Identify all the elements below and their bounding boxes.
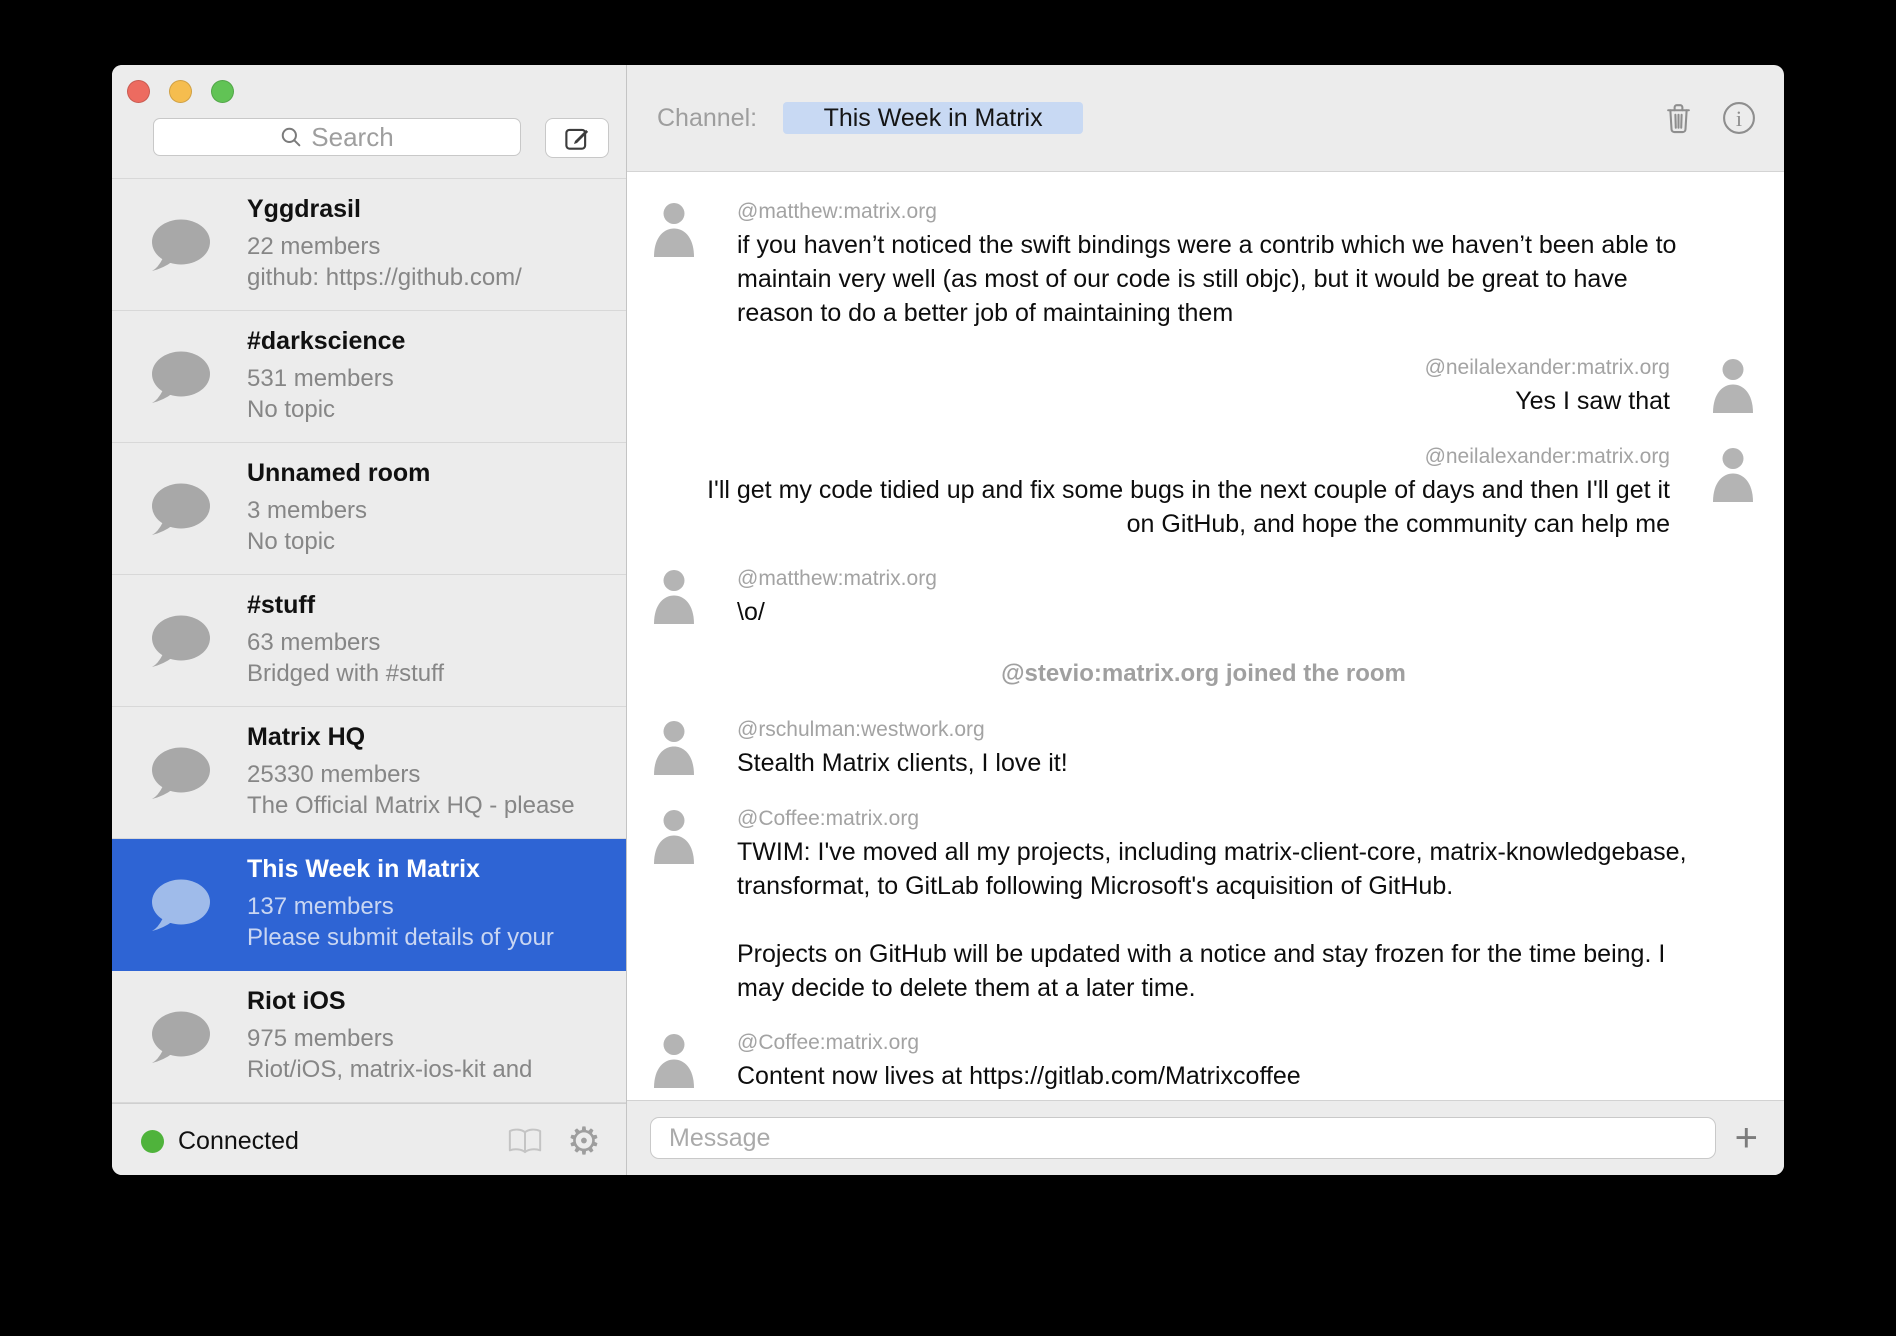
user-avatar-icon [651,567,697,630]
search-placeholder: Search [311,122,393,153]
channel-label: Channel: [657,104,757,133]
room-item-unnamed-room[interactable]: Unnamed room 3 members No topic [112,443,626,575]
user-avatar-icon [651,718,697,781]
user-avatar-icon [1710,356,1756,419]
chat-message: @matthew:matrix.org \o/ [651,567,1756,630]
search-input[interactable]: Search [153,118,521,156]
message-sender: @Coffee:matrix.org [737,1031,1301,1055]
room-item-matrix-hq[interactable]: Matrix HQ 25330 members The Official Mat… [112,707,626,839]
room-topic: No topic [247,526,616,557]
room-bubble-icon [145,746,211,806]
room-bubble-icon [145,878,211,938]
message-text: \o/ [737,595,937,629]
chat-message: @Coffee:matrix.org Content now lives at … [651,1031,1756,1094]
chat-message: @matthew:matrix.org if you haven’t notic… [651,200,1756,330]
room-item-this-week-in-matrix[interactable]: This Week in Matrix 137 members Please s… [112,839,626,971]
room-title: Matrix HQ [247,723,616,752]
trash-icon[interactable] [1663,101,1694,135]
directory-book-icon[interactable] [507,1127,543,1155]
message-text: I'll get my code tidied up and fix some … [705,473,1670,541]
room-title: This Week in Matrix [247,855,616,884]
room-members: 3 members [247,495,616,526]
sidebar: Search Yggdrasil 22 members github: http… [112,65,627,1175]
room-topic: Riot/iOS, matrix-ios-kit and [247,1054,616,1085]
room-members: 531 members [247,363,616,394]
room-members: 137 members [247,891,616,922]
room-title: Unnamed room [247,459,616,488]
search-icon [280,126,302,148]
close-window-button[interactable] [127,80,150,103]
user-avatar-icon [1710,445,1756,541]
room-members: 975 members [247,1023,616,1054]
room-bubble-icon [145,1010,211,1070]
message-text: Stealth Matrix clients, I love it! [737,746,1068,780]
status-bar: Connected ⚙ [112,1103,626,1175]
message-sender: @Coffee:matrix.org [737,807,1702,831]
room-members: 63 members [247,627,616,658]
room-topic: Please submit details of your [247,922,616,953]
app-window: Search Yggdrasil 22 members github: http… [112,65,1784,1175]
user-avatar-icon [651,1031,697,1094]
message-sender: @neilalexander:matrix.org [1425,356,1670,380]
composer-bar: + [627,1100,1784,1175]
room-title: Riot iOS [247,987,616,1016]
room-topic: github: https://github.com/ [247,262,616,293]
room-topic: The Official Matrix HQ - please [247,790,616,821]
compose-button[interactable] [545,118,609,158]
message-text: if you haven’t noticed the swift binding… [737,228,1702,330]
chat-panel: Channel: This Week in Matrix [627,65,1784,1175]
message-input[interactable] [650,1117,1716,1159]
user-avatar-icon [651,200,697,330]
system-message: @stevio:matrix.org joined the room [651,660,1756,688]
room-bubble-icon [145,350,211,410]
room-members: 22 members [247,231,616,262]
compose-icon [562,123,592,153]
message-text: Content now lives at https://gitlab.com/… [737,1059,1301,1093]
user-avatar-icon [651,807,697,1005]
chat-message: @neilalexander:matrix.org Yes I saw that [651,356,1756,419]
chat-message: @Coffee:matrix.org TWIM: I've moved all … [651,807,1756,1005]
room-list: Yggdrasil 22 members github: https://git… [112,178,626,1103]
room-topic: Bridged with #stuff [247,658,616,689]
message-list: @matthew:matrix.org if you haven’t notic… [627,172,1784,1100]
message-text: Yes I saw that [1425,384,1670,418]
chat-header: Channel: This Week in Matrix [627,65,1784,172]
room-item-stuff[interactable]: #stuff 63 members Bridged with #stuff [112,575,626,707]
minimize-window-button[interactable] [169,80,192,103]
message-sender: @rschulman:westwork.org [737,718,1068,742]
room-title: #darkscience [247,327,616,356]
room-topic: No topic [247,394,616,425]
room-bubble-icon [145,614,211,674]
channel-name-field[interactable]: This Week in Matrix [783,102,1083,134]
zoom-window-button[interactable] [211,80,234,103]
connection-status-label: Connected [178,1127,299,1156]
attach-plus-button[interactable]: + [1735,1118,1758,1158]
room-item-riot-ios[interactable]: Riot iOS 975 members Riot/iOS, matrix-io… [112,971,626,1103]
message-sender: @neilalexander:matrix.org [705,445,1670,469]
window-controls [127,80,234,103]
room-bubble-icon [145,482,211,542]
room-bubble-icon [145,218,211,278]
chat-message: @rschulman:westwork.org Stealth Matrix c… [651,718,1756,781]
room-title: Yggdrasil [247,195,616,224]
connection-status-icon [141,1130,164,1153]
room-item-yggdrasil[interactable]: Yggdrasil 22 members github: https://git… [112,179,626,311]
room-members: 25330 members [247,759,616,790]
message-sender: @matthew:matrix.org [737,567,937,591]
message-text: TWIM: I've moved all my projects, includ… [737,835,1702,1005]
settings-gear-icon[interactable]: ⚙ [567,1122,601,1160]
info-icon[interactable]: i [1722,101,1756,135]
sidebar-header: Search [112,65,626,178]
chat-message: @neilalexander:matrix.org I'll get my co… [651,445,1756,541]
room-title: #stuff [247,591,616,620]
message-sender: @matthew:matrix.org [737,200,1702,224]
svg-text:i: i [1736,106,1742,131]
room-item-darkscience[interactable]: #darkscience 531 members No topic [112,311,626,443]
